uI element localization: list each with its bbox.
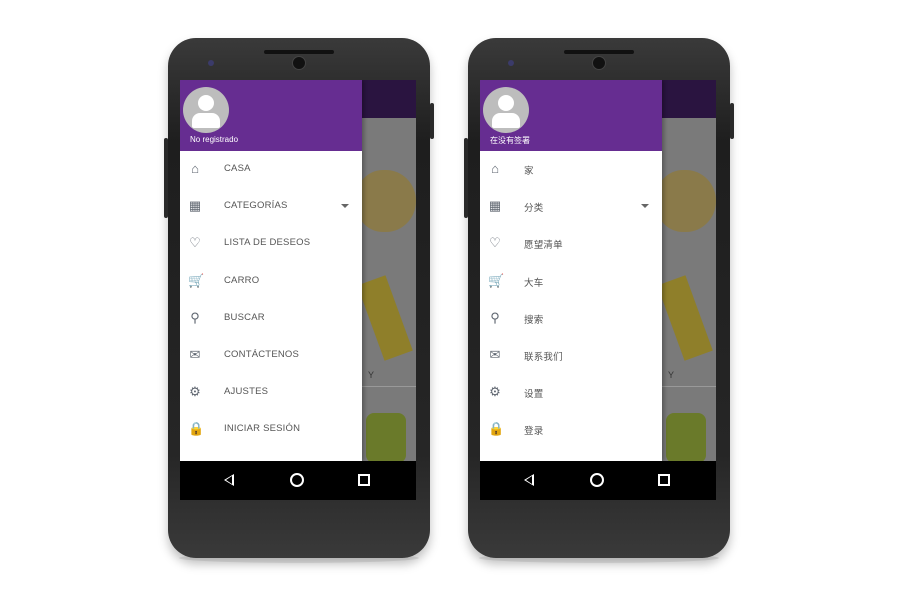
front-camera	[592, 56, 606, 70]
product-image	[666, 413, 706, 463]
sensor	[208, 60, 214, 66]
home-button-icon[interactable]	[290, 473, 304, 487]
lock-icon: 🔒	[188, 421, 205, 437]
mail-icon: ✉	[189, 347, 201, 362]
divider	[662, 386, 716, 387]
lock-icon: 🔒	[488, 421, 505, 437]
search-icon: ⚲	[490, 309, 500, 325]
drawer-item-label: CATEGORÍAS	[224, 200, 288, 212]
avatar[interactable]	[183, 87, 229, 133]
drawer-item-gear[interactable]: ⚙ 设置	[480, 374, 662, 411]
phone-es: Y No registrado ⌂ CASA ▦ CATEGORÍAS ♡ LI…	[164, 38, 434, 558]
mail-icon: ✉	[489, 347, 501, 362]
drawer-item-label: CONTÁCTENOS	[224, 349, 300, 360]
gear-icon: ⚙	[489, 384, 501, 400]
recents-icon[interactable]	[658, 474, 670, 486]
phone-zh: Y 在没有签署 ⌂ 家 ▦ 分类 ♡ 愿望清单 🛒 大车 ⚲ 搜索 ✉ 联系我们…	[464, 38, 734, 558]
drawer-item-label: 家	[524, 166, 534, 177]
cart-icon: 🛒	[188, 272, 205, 288]
drawer-item-heart[interactable]: ♡ 愿望清单	[480, 225, 662, 262]
drawer-item-lock[interactable]: 🔒 登录	[480, 411, 662, 448]
drawer-item-label: BUSCAR	[224, 311, 265, 323]
system-nav-bar	[480, 461, 716, 500]
product-image	[357, 275, 413, 361]
drawer-item-search[interactable]: ⚲ BUSCAR	[180, 300, 362, 337]
drawer-item-mail[interactable]: ✉ CONTÁCTENOS	[180, 337, 362, 374]
drawer-header: No registrado	[180, 80, 362, 151]
sensor	[508, 60, 514, 66]
drawer-item-label: AJUSTES	[224, 386, 269, 398]
drawer-item-label: 登录	[524, 426, 544, 438]
user-status: 在没有签署	[490, 136, 530, 145]
drawer-item-label: 搜索	[524, 314, 544, 326]
divider	[362, 386, 416, 387]
drawer-item-categories[interactable]: ▦ CATEGORÍAS	[180, 188, 362, 225]
heart-icon: ♡	[189, 235, 201, 251]
drawer-item-label: 大车	[524, 277, 544, 289]
avatar[interactable]	[483, 87, 529, 133]
drawer-item-label: 愿望清单	[524, 240, 563, 252]
product-image	[356, 170, 416, 232]
product-image	[366, 413, 406, 463]
cart-icon: 🛒	[488, 272, 505, 288]
speaker	[264, 50, 334, 54]
drawer-item-mail[interactable]: ✉ 联系我们	[480, 337, 662, 374]
speaker	[564, 50, 634, 54]
chevron-down-icon[interactable]	[341, 204, 349, 209]
drawer-item-home[interactable]: ⌂ 家	[480, 151, 662, 188]
navigation-drawer: 在没有签署 ⌂ 家 ▦ 分类 ♡ 愿望清单 🛒 大车 ⚲ 搜索 ✉ 联系我们 ⚙…	[480, 80, 662, 461]
drawer-item-search[interactable]: ⚲ 搜索	[480, 300, 662, 337]
navigation-drawer: No registrado ⌂ CASA ▦ CATEGORÍAS ♡ LIST…	[180, 80, 362, 461]
back-icon[interactable]	[224, 474, 234, 486]
user-status: No registrado	[190, 135, 239, 144]
categories-icon: ▦	[188, 198, 202, 214]
drawer-item-gear[interactable]: ⚙ AJUSTES	[180, 374, 362, 411]
home-button-icon[interactable]	[590, 473, 604, 487]
volume-button	[464, 138, 468, 218]
system-nav-bar	[180, 461, 416, 500]
home-icon: ⌂	[191, 161, 199, 176]
drawer-item-label: 分类	[524, 203, 544, 215]
drawer-item-label: CARRO	[224, 274, 260, 286]
recents-icon[interactable]	[358, 474, 370, 486]
drawer-item-lock[interactable]: 🔒 INICIAR SESIÓN	[180, 411, 362, 448]
product-label: Y	[368, 370, 375, 380]
screen: Y 在没有签署 ⌂ 家 ▦ 分类 ♡ 愿望清单 🛒 大车 ⚲ 搜索 ✉ 联系我们…	[480, 80, 716, 500]
drawer-item-label: CASA	[224, 163, 251, 174]
volume-button	[164, 138, 168, 218]
product-label: Y	[668, 370, 675, 380]
heart-icon: ♡	[489, 235, 501, 251]
front-camera	[292, 56, 306, 70]
drawer-item-cart[interactable]: 🛒 大车	[480, 263, 662, 300]
product-image	[656, 170, 716, 232]
drawer-item-label: 设置	[524, 389, 544, 401]
product-image	[657, 275, 713, 361]
drawer-item-label: LISTA DE DESEOS	[224, 237, 311, 249]
chevron-down-icon[interactable]	[641, 204, 649, 209]
drawer-item-heart[interactable]: ♡ LISTA DE DESEOS	[180, 225, 362, 262]
drawer-item-home[interactable]: ⌂ CASA	[180, 151, 362, 188]
drawer-item-label: 联系我们	[524, 352, 563, 363]
gear-icon: ⚙	[189, 384, 201, 400]
drawer-item-categories[interactable]: ▦ 分类	[480, 188, 662, 225]
drawer-header: 在没有签署	[480, 80, 662, 151]
power-button	[430, 103, 434, 139]
home-icon: ⌂	[491, 161, 499, 176]
power-button	[730, 103, 734, 139]
categories-icon: ▦	[488, 198, 502, 214]
screen: Y No registrado ⌂ CASA ▦ CATEGORÍAS ♡ LI…	[180, 80, 416, 500]
back-icon[interactable]	[524, 474, 534, 486]
drawer-item-cart[interactable]: 🛒 CARRO	[180, 263, 362, 300]
search-icon: ⚲	[190, 309, 200, 325]
drawer-item-label: INICIAR SESIÓN	[224, 423, 301, 435]
